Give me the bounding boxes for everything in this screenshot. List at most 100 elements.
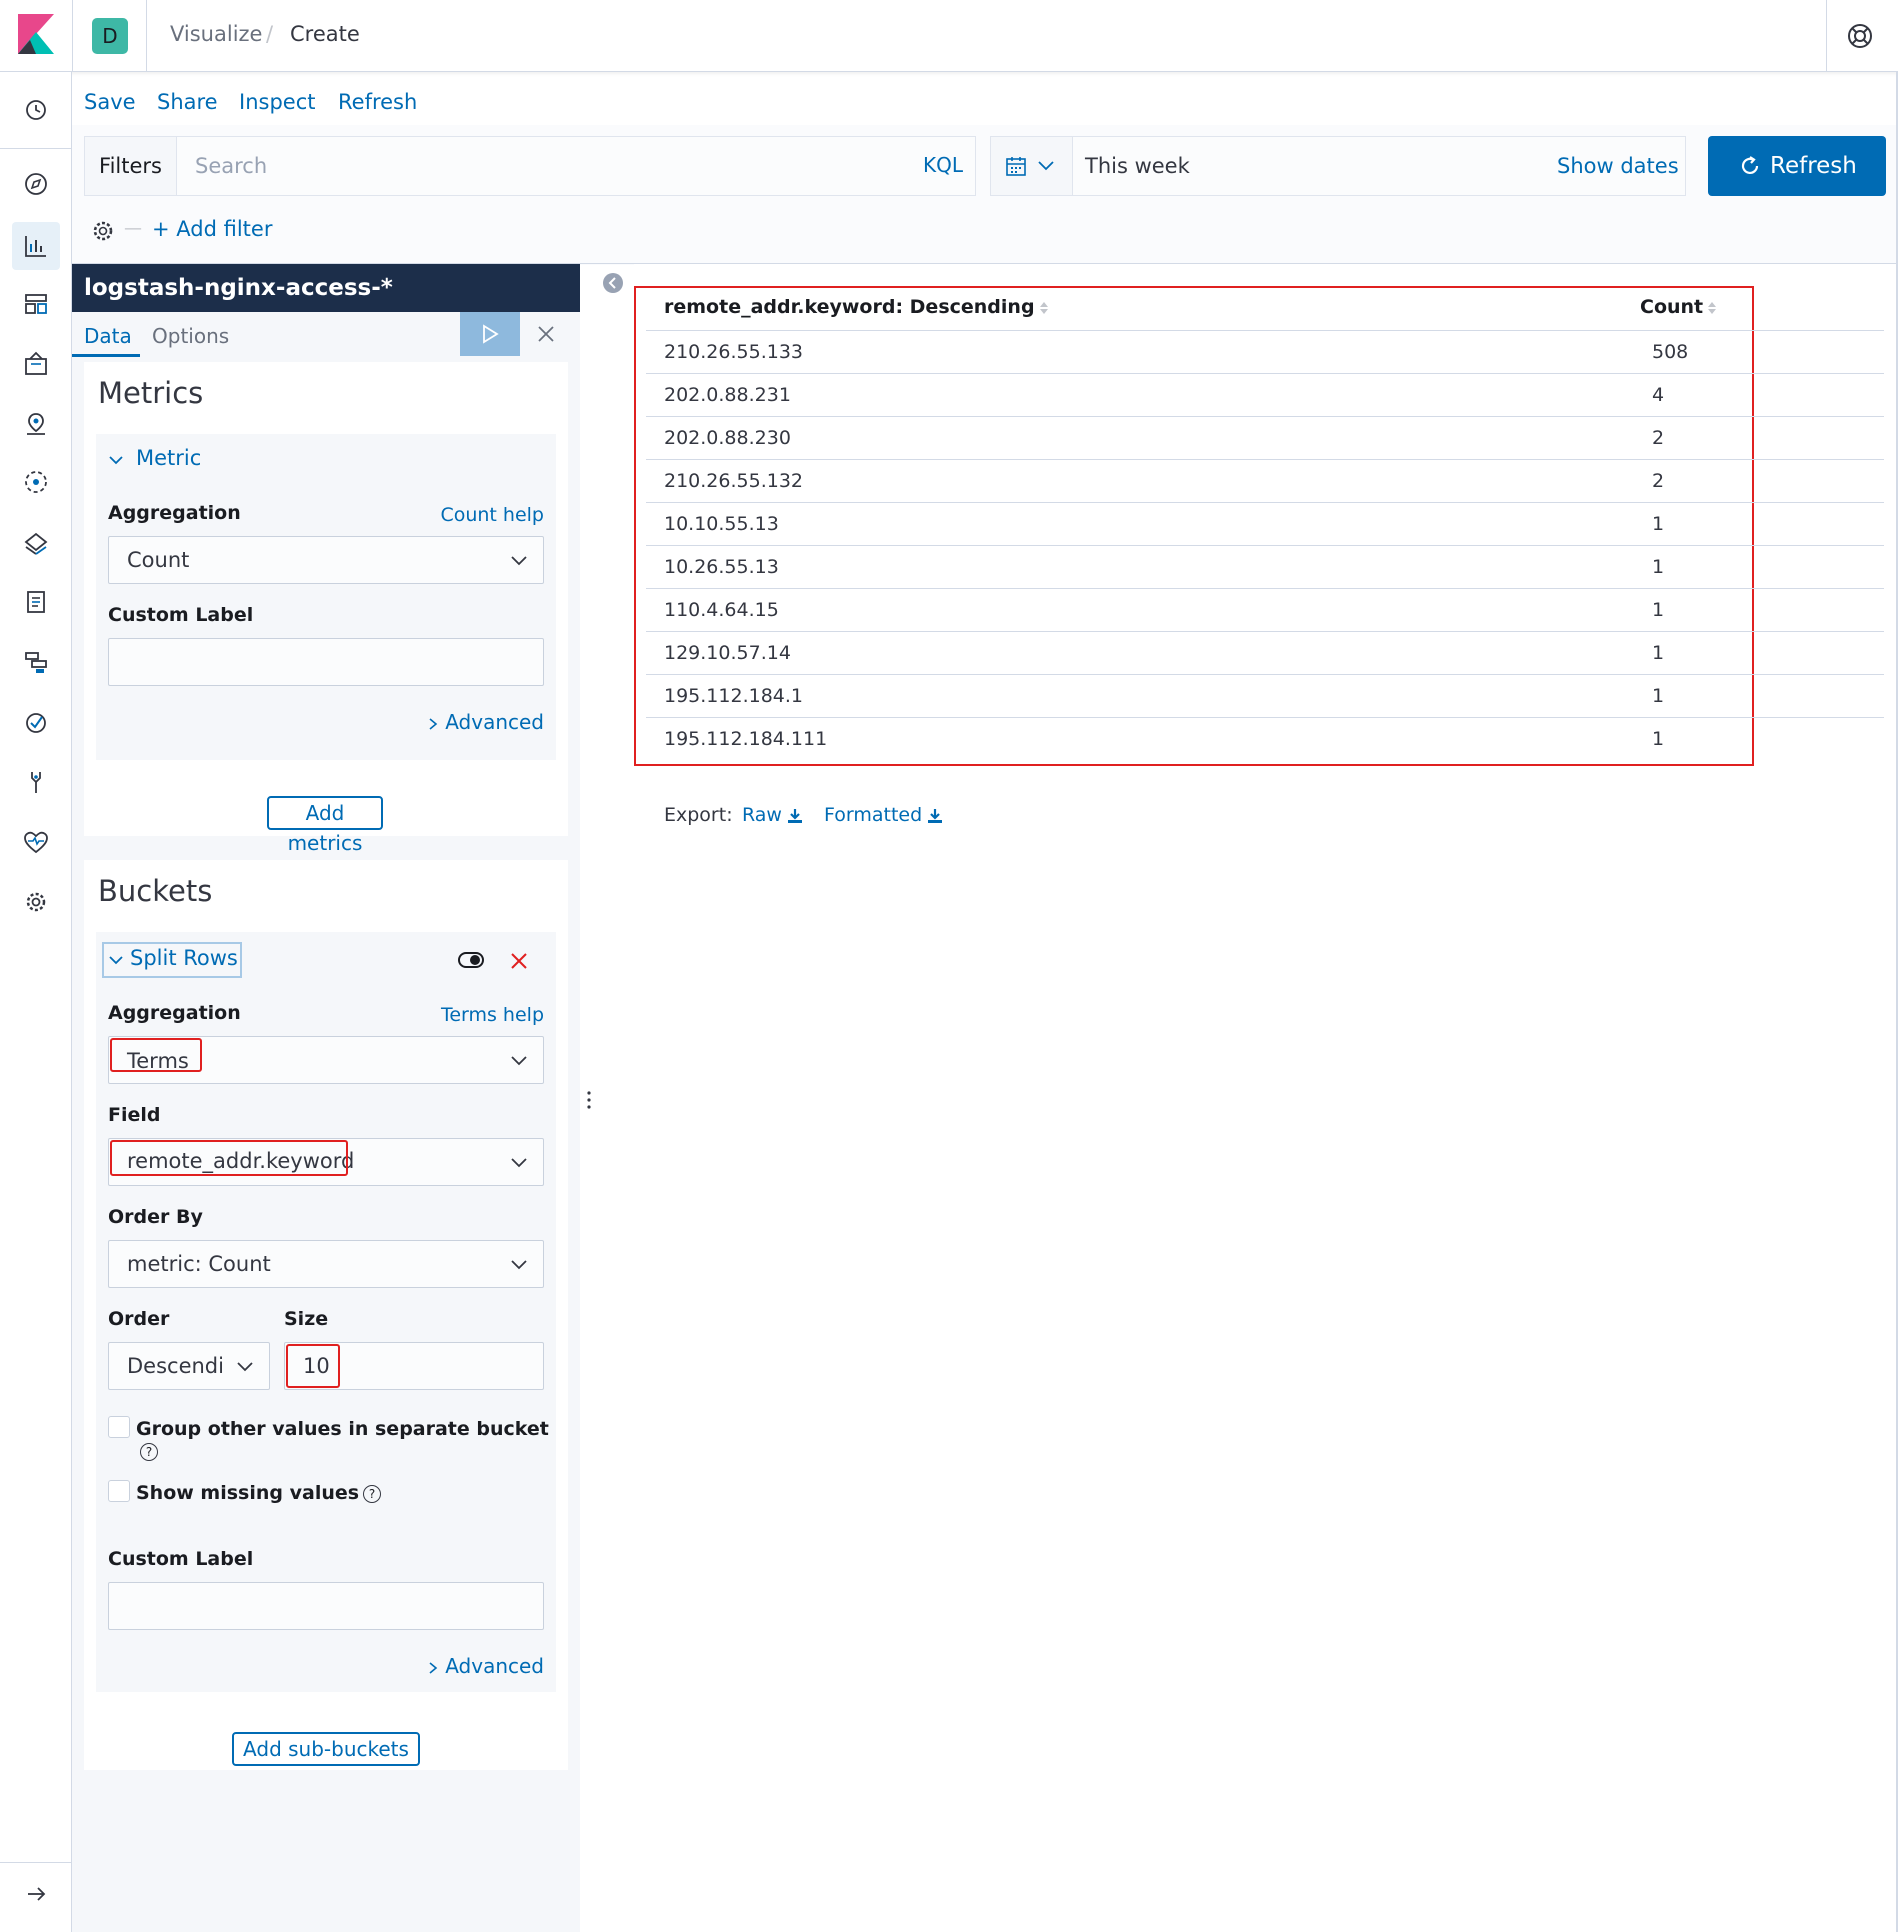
toggle-icon[interactable] [458,952,484,968]
visualize-icon[interactable] [22,232,50,260]
kibana-logo-icon[interactable] [18,14,54,54]
space-avatar[interactable]: D [92,18,128,54]
chevron-down-icon [511,1260,527,1270]
chevron-down-icon[interactable] [108,954,124,966]
chevron-right-icon [429,717,438,730]
apm-icon[interactable] [22,648,50,676]
cell-remote-addr: 210.26.55.133 [664,341,804,363]
date-quick-menu-button[interactable] [991,137,1073,195]
tab-options[interactable]: Options [152,324,229,348]
save-button[interactable]: Save [84,90,136,114]
annotation-highlight [110,1140,348,1176]
add-sub-buckets-button[interactable]: Add sub-buckets [232,1732,420,1766]
gear-icon[interactable] [90,218,116,244]
advanced-label: Advanced [445,1654,544,1678]
kql-toggle[interactable]: KQL [923,153,963,177]
bucket-advanced-toggle[interactable]: Advanced [427,1654,544,1678]
count-help-link[interactable]: Count help [440,504,544,526]
ml-icon[interactable] [22,468,50,496]
show-dates-button[interactable]: Show dates [1557,154,1679,178]
annotation-highlight [286,1344,340,1388]
show-missing-checkbox[interactable] [108,1480,130,1502]
table-row: 202.0.88.231 4 [646,373,1884,416]
compass-icon[interactable] [22,170,50,198]
breadcrumb-visualize[interactable]: Visualize [170,22,262,46]
order-value: Descendi [127,1354,224,1378]
refresh-button[interactable]: Refresh [1708,136,1886,196]
help-lifebuoy-icon[interactable] [1846,22,1874,50]
refresh-menu-button[interactable]: Refresh [338,90,417,114]
chevron-down-icon [237,1362,253,1372]
uptime-icon[interactable] [22,708,50,736]
cell-count: 1 [1652,599,1665,621]
clock-icon[interactable] [22,96,50,124]
export-raw-link[interactable]: Raw [742,804,804,826]
maps-icon[interactable] [22,410,50,438]
cell-count: 1 [1652,513,1665,535]
chevron-down-icon[interactable] [108,454,124,466]
export-formatted-link[interactable]: Formatted [824,804,944,826]
cell-remote-addr: 195.112.184.1 [664,685,804,707]
order-select[interactable]: Descendi [108,1342,270,1390]
infrastructure-icon[interactable] [22,528,50,556]
order-by-select[interactable]: metric: Count [108,1240,544,1288]
aggregation-label: Aggregation [108,502,241,524]
metric-advanced-toggle[interactable]: Advanced [427,710,544,734]
filters-button[interactable]: Filters [85,137,177,195]
arrow-right-icon[interactable] [22,1880,50,1908]
metric-custom-label-input[interactable] [108,638,544,686]
collapse-sidebar-icon[interactable] [602,272,624,294]
delete-x-icon[interactable] [510,952,528,970]
cell-remote-addr: 195.112.184.111 [664,728,828,750]
add-metrics-button[interactable]: Add metrics [267,796,383,855]
left-nav [0,72,72,1932]
cell-count: 1 [1652,728,1665,750]
add-filter-button[interactable]: + Add filter [152,217,272,241]
dev-tools-icon[interactable] [22,768,50,796]
chevron-down-icon [511,1158,527,1168]
metric-aggregation-value: Count [127,548,190,572]
nav-divider [0,148,72,149]
metric-aggregation-select[interactable]: Count [108,536,544,584]
cell-remote-addr: 10.10.55.13 [664,513,779,535]
close-icon[interactable] [534,322,558,346]
terms-help-link[interactable]: Terms help [441,1004,544,1026]
buckets-title: Buckets [98,874,213,908]
bucket-custom-label-input[interactable] [108,1582,544,1630]
cell-count: 4 [1652,384,1665,406]
table-row: 195.112.184.1 1 [646,674,1884,717]
canvas-icon[interactable] [22,350,50,378]
logs-icon[interactable] [22,588,50,616]
table-row: 10.10.55.13 1 [646,502,1884,545]
breadcrumb-create: Create [290,22,360,46]
show-missing-label: Show missing values? [136,1482,382,1504]
top-header: D Visualize / Create [0,0,1898,72]
dashboard-icon[interactable] [22,290,50,318]
inspect-button[interactable]: Inspect [239,90,315,114]
table-row: 129.10.57.14 1 [646,631,1884,674]
question-icon[interactable]: ? [140,1442,158,1461]
date-picker: This week Show dates [990,136,1686,196]
header-divider [146,0,147,72]
share-button[interactable]: Share [157,90,218,114]
search-input[interactable] [177,137,877,195]
monitoring-icon[interactable] [22,828,50,856]
metric-accordion-title[interactable]: Metric [136,446,201,470]
export-label: Export: [664,804,733,826]
advanced-label: Advanced [445,710,544,734]
sort-icon [1708,301,1717,314]
split-rows-accordion-title[interactable]: Split Rows [130,946,238,970]
sort-icon [1039,301,1048,314]
table-row: 210.26.55.132 2 [646,459,1884,502]
group-other-checkbox[interactable] [108,1416,130,1438]
resize-handle-icon[interactable] [586,1090,592,1110]
apply-changes-button[interactable] [460,312,520,356]
management-icon[interactable] [22,888,50,916]
date-range-value[interactable]: This week [1085,154,1190,178]
question-icon[interactable]: ? [363,1484,382,1503]
table-row: 10.26.55.13 1 [646,545,1884,588]
custom-label-label: Custom Label [108,1548,254,1570]
tab-data[interactable]: Data [84,324,132,348]
column-header-count[interactable]: Count [1640,296,1717,318]
column-header-remote-addr[interactable]: remote_addr.keyword: Descending [664,296,1049,318]
